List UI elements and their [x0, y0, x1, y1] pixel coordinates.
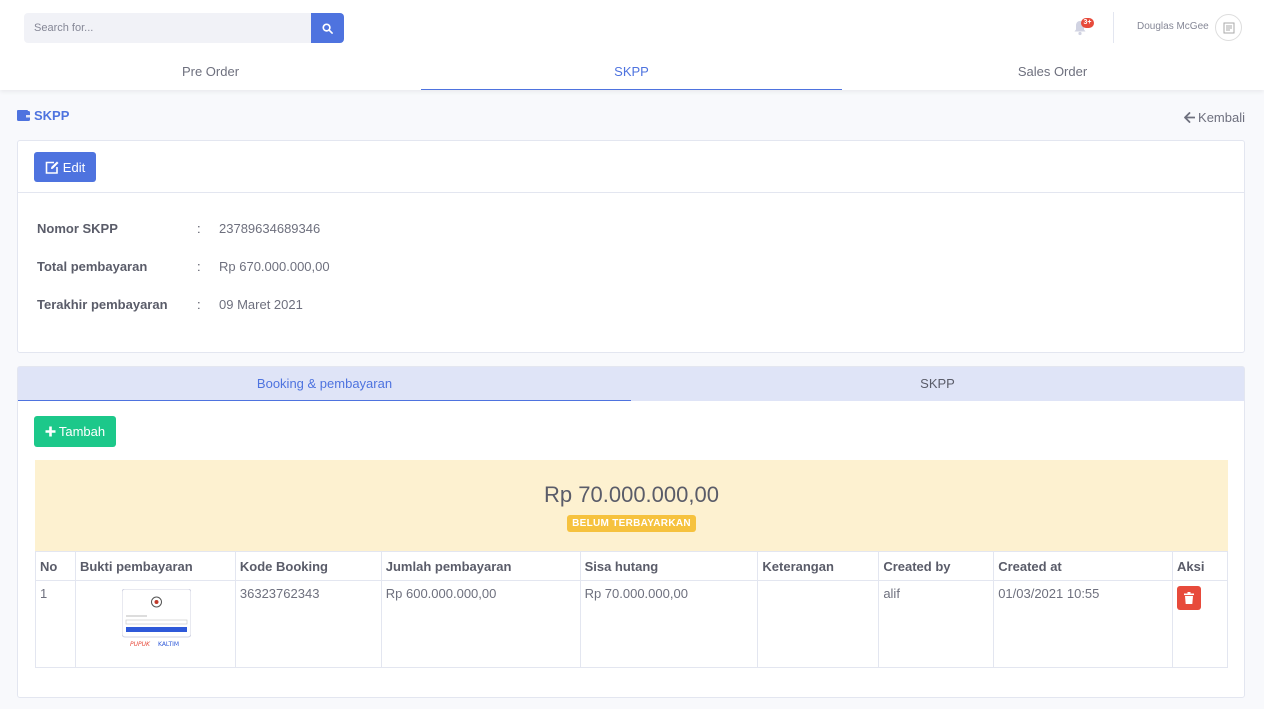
cell-jumlah: Rp 600.000.000,00 [380, 580, 581, 668]
cell-aksi [1171, 580, 1229, 668]
tab-pre-order[interactable]: Pre Order [0, 56, 421, 90]
add-button[interactable]: Tambah [34, 416, 116, 447]
search-icon [322, 22, 333, 34]
column-header: Jumlah pembayaran [380, 551, 581, 581]
table-row: 1 PUPUK KALTIM 36323762343 Rp 600.000.00… [35, 580, 1229, 668]
payment-summary: Rp 70.000.000,00 BELUM TERBAYARKAN [35, 460, 1228, 551]
booking-card: Booking & pembayaran SKPP Tambah Rp 70.0… [17, 366, 1245, 698]
cell-no: 1 [35, 580, 76, 668]
tab-sales-order[interactable]: Sales Order [842, 56, 1263, 90]
info-separator: : [197, 297, 201, 312]
edit-icon [45, 161, 59, 174]
edit-button[interactable]: Edit [34, 152, 96, 182]
column-header: Created by [878, 551, 995, 581]
cell-created-at: 01/03/2021 10:55 [993, 580, 1173, 668]
user-name[interactable]: Douglas McGee [1137, 21, 1209, 32]
info-row-total: Total pembayaran : Rp 670.000.000,00 [37, 259, 330, 274]
svg-text:PUPUK: PUPUK [130, 641, 151, 648]
payment-proof-thumbnail[interactable]: PUPUK KALTIM [121, 588, 192, 649]
topbar-divider [1113, 12, 1114, 43]
summary-amount: Rp 70.000.000,00 [544, 482, 719, 507]
topbar: 3+ Douglas McGee Pre Order SKPP Sales Or… [0, 0, 1264, 90]
avatar[interactable] [1215, 14, 1242, 41]
column-header: Aksi [1171, 551, 1229, 581]
info-value: 09 Maret 2021 [219, 297, 303, 312]
cell-created-by: alif [878, 580, 995, 668]
column-header: Created at [993, 551, 1173, 581]
info-value: 23789634689346 [219, 221, 321, 236]
main-nav-tabs: Pre Order SKPP Sales Order [0, 56, 1264, 90]
search-input[interactable] [24, 13, 311, 43]
cell-sisa-hutang: Rp 70.000.000,00 [579, 580, 759, 668]
column-header: Sisa hutang [579, 551, 759, 581]
info-value: Rp 670.000.000,00 [219, 259, 330, 274]
column-header: No [35, 551, 76, 581]
back-link[interactable]: Kembali [1184, 110, 1245, 125]
info-row-nomor: Nomor SKPP : 23789634689346 [37, 221, 320, 236]
cell-bukti: PUPUK KALTIM [74, 580, 236, 668]
column-header: Bukti pembayaran [74, 551, 236, 581]
info-separator: : [197, 221, 201, 236]
column-header: Keterangan [757, 551, 880, 581]
svg-text:KALTIM: KALTIM [158, 641, 179, 648]
arrow-left-icon [1184, 112, 1196, 123]
cell-kode-booking: 36323762343 [234, 580, 382, 668]
info-row-terakhir: Terakhir pembayaran : 09 Maret 2021 [37, 297, 303, 312]
search-bar [24, 13, 344, 43]
back-label: Kembali [1198, 110, 1245, 125]
detail-card-header: Edit [18, 141, 1244, 193]
info-label: Terakhir pembayaran [37, 297, 168, 312]
delete-button[interactable] [1176, 586, 1201, 610]
skpp-detail-card: Edit Nomor SKPP : 23789634689346 Total p… [17, 140, 1245, 353]
column-header: Kode Booking [234, 551, 382, 581]
sub-tabs: Booking & pembayaran SKPP [18, 367, 1244, 401]
page-title: SKPP [17, 108, 69, 123]
info-separator: : [197, 259, 201, 274]
status-badge: BELUM TERBAYARKAN [567, 515, 696, 532]
plus-icon [45, 426, 56, 437]
search-button[interactable] [311, 13, 344, 43]
add-label: Tambah [58, 424, 106, 439]
trash-icon [1183, 592, 1194, 604]
wallet-icon [17, 110, 30, 121]
tab-skpp-sub[interactable]: SKPP [631, 367, 1244, 401]
tab-booking-pembayaran[interactable]: Booking & pembayaran [18, 367, 631, 401]
info-label: Total pembayaran [37, 259, 148, 274]
booking-table: No Bukti pembayaran Kode Booking Jumlah … [35, 551, 1229, 668]
notification-badge: 3+ [1081, 18, 1094, 28]
tab-skpp[interactable]: SKPP [421, 56, 842, 90]
cell-keterangan [757, 580, 880, 668]
page-title-text: SKPP [34, 108, 70, 123]
table-header-row: No Bukti pembayaran Kode Booking Jumlah … [35, 551, 1229, 581]
avatar-image-icon [1223, 22, 1234, 33]
info-label: Nomor SKPP [37, 221, 118, 236]
edit-label: Edit [62, 159, 86, 175]
